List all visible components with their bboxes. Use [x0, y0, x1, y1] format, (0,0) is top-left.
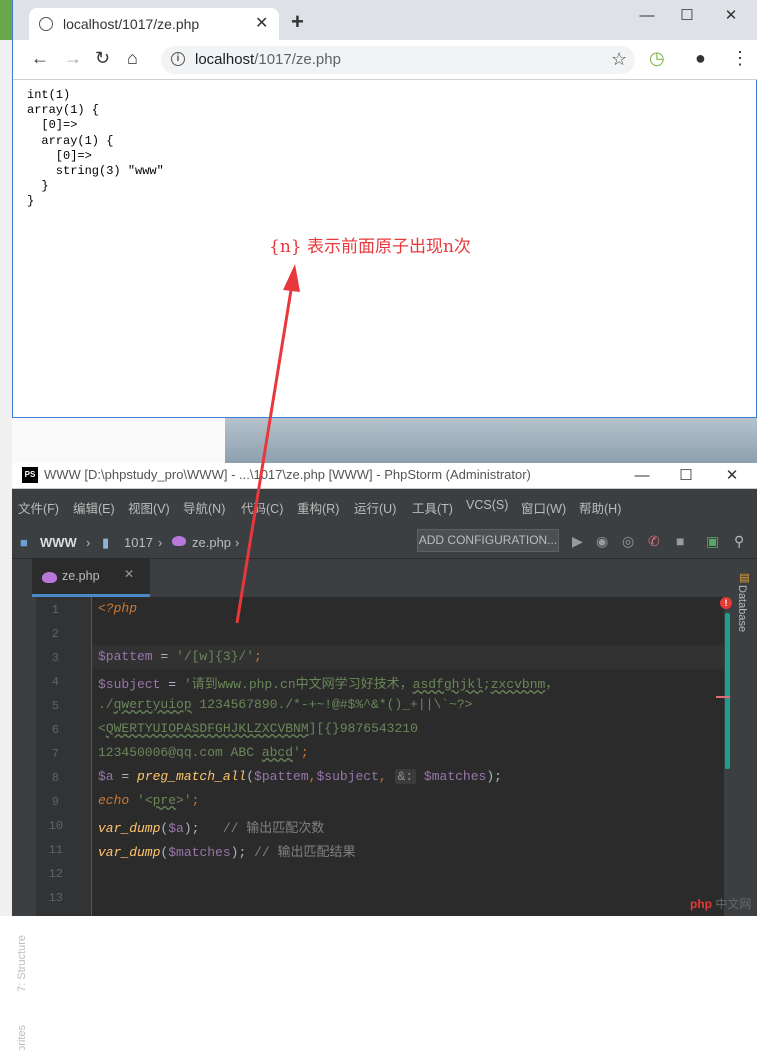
favorites-panel-button[interactable]: 2: Favorites [14, 1025, 32, 1050]
structure-label: 7: Structure [16, 935, 28, 992]
watermark-site: 中文网 [715, 897, 752, 911]
annotation-arrow [235, 264, 300, 624]
annotation-arrow-head [283, 264, 300, 292]
watermark: php 中文网 [690, 895, 751, 912]
annotation-arrow-line [235, 283, 294, 624]
favorites-label: 2: Favorites [16, 1025, 28, 1050]
watermark-brand: php [690, 897, 712, 911]
structure-panel-button[interactable]: 7: Structure [14, 935, 32, 995]
